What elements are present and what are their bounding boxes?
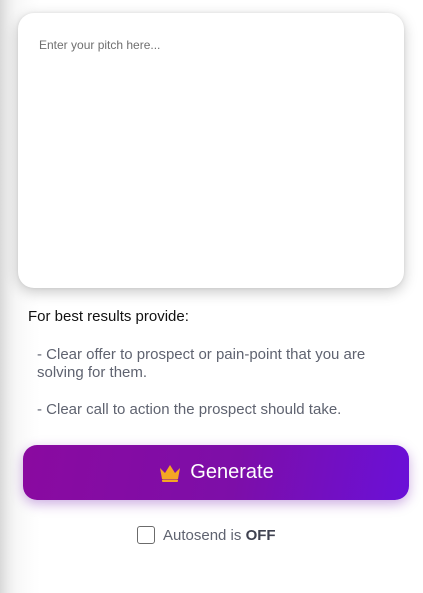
tip-offer: - Clear offer to prospect or pain-point … bbox=[37, 346, 366, 381]
crown-icon bbox=[158, 463, 182, 483]
autosend-checkbox[interactable] bbox=[137, 526, 155, 544]
autosend-state: OFF bbox=[245, 526, 276, 544]
autosend-label-text: Autosend is bbox=[163, 526, 242, 544]
tips-title: For best results provide: bbox=[28, 308, 189, 325]
generate-label: Generate bbox=[190, 461, 274, 483]
tip-call-to-action: - Clear call to action the prospect shou… bbox=[37, 401, 342, 418]
autosend-label: Autosend is OFF bbox=[163, 527, 276, 544]
generate-button[interactable]: Generate bbox=[23, 445, 409, 500]
pitch-input[interactable] bbox=[18, 13, 404, 288]
page: For best results provide: - Clear offer … bbox=[0, 0, 423, 593]
pitch-card bbox=[18, 13, 404, 288]
autosend-toggle[interactable]: Autosend is OFF bbox=[137, 524, 276, 546]
